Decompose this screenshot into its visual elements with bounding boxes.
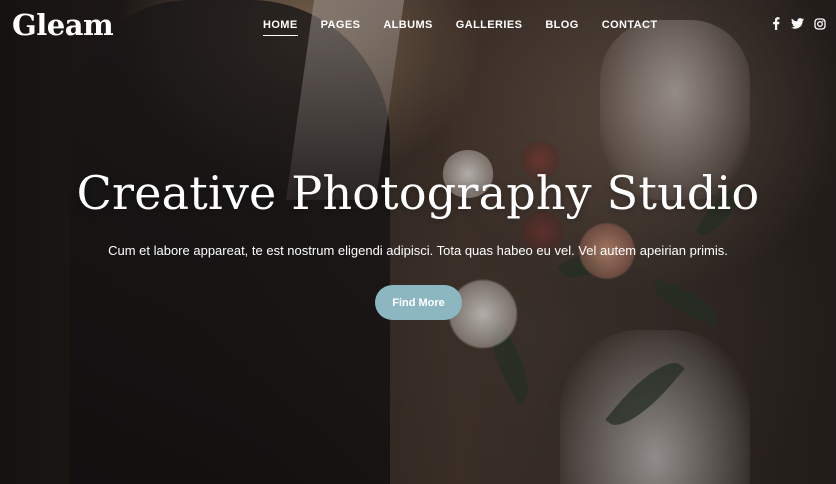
social-links	[769, 17, 826, 30]
nav-item-pages[interactable]: PAGES	[321, 19, 361, 31]
main-nav: HOME PAGES ALBUMS GALLERIES BLOG CONTACT	[263, 19, 658, 36]
instagram-icon-glyph	[813, 17, 826, 30]
nav-item-contact[interactable]: CONTACT	[602, 19, 658, 31]
instagram-icon[interactable]	[813, 17, 826, 30]
facebook-icon-glyph	[772, 17, 779, 30]
twitter-icon[interactable]	[791, 17, 804, 30]
hero-title: Creative Photography Studio	[76, 166, 760, 220]
find-more-button[interactable]: Find More	[375, 285, 462, 320]
hero-overlay	[0, 0, 836, 484]
nav-item-albums[interactable]: ALBUMS	[383, 19, 432, 31]
hero-subtitle: Cum et labore appareat, te est nostrum e…	[108, 243, 728, 258]
nav-item-home[interactable]: HOME	[263, 19, 298, 36]
hero-section: Gleam HOME PAGES ALBUMS GALLERIES BLOG C…	[0, 0, 836, 484]
facebook-icon[interactable]	[769, 17, 782, 30]
nav-item-galleries[interactable]: GALLERIES	[456, 19, 523, 31]
site-logo[interactable]: Gleam	[12, 8, 114, 42]
nav-item-blog[interactable]: BLOG	[545, 19, 578, 31]
twitter-icon-glyph	[791, 18, 804, 29]
